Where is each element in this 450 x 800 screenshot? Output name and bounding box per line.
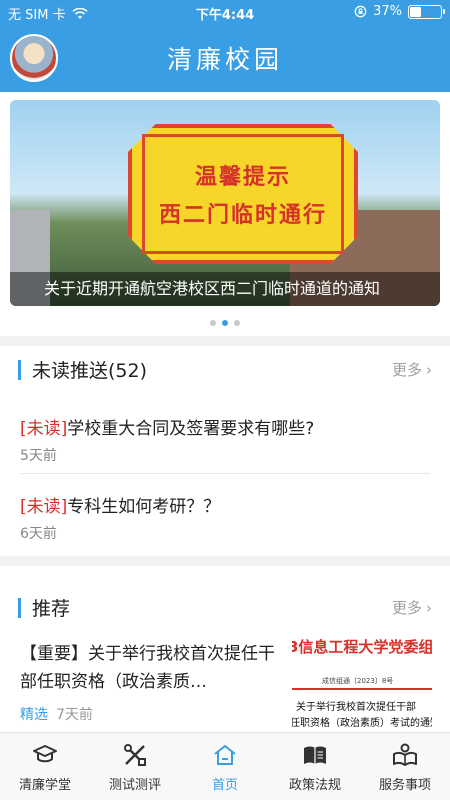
- chevron-right-icon: ›: [426, 599, 432, 617]
- thumb-doc-number: 成信组通〔2023〕8号: [322, 677, 394, 685]
- carousel-dot[interactable]: [234, 320, 240, 326]
- tab-ceshi-cepping[interactable]: 测试测评: [90, 733, 180, 800]
- battery-icon: [408, 4, 445, 19]
- carousel-indicator: [0, 320, 450, 326]
- tab-home[interactable]: 首页: [180, 733, 270, 800]
- unread-section-title: 未读推送(52): [32, 360, 148, 382]
- unread-tag: [未读]: [20, 419, 68, 439]
- recommend-item-date: 7天前: [56, 707, 93, 723]
- tab-label: 测试测评: [108, 778, 161, 793]
- book-icon: [304, 746, 326, 764]
- tools-icon: [124, 744, 146, 766]
- recommend-section-header: 推荐 更多 ›: [18, 594, 432, 622]
- tab-qinglian-xuetang[interactable]: 清廉学堂: [0, 733, 90, 800]
- status-bar: 无 SIM 卡 下午4:44 37%: [0, 0, 450, 24]
- unread-section-header: 未读推送(52) 更多 ›: [18, 356, 432, 384]
- banner-sign: 温馨提示 西二门临时通行: [142, 134, 344, 254]
- carousel-dot[interactable]: [210, 320, 216, 326]
- home-icon: [214, 745, 236, 765]
- tab-label: 政策法规: [288, 778, 341, 793]
- page-title: 清廉校园: [166, 45, 283, 74]
- carousel-dot-active[interactable]: [222, 320, 228, 326]
- thumb-red-rule: [292, 688, 432, 690]
- recommend-item-title: 【重要】关于举行我校首次提任干部任职资格（政治素质…: [20, 644, 275, 692]
- unread-tag: [未读]: [20, 497, 68, 517]
- section-accent-bar: [18, 360, 21, 380]
- unread-item-2[interactable]: [未读]专科生如何考研？？ 6天前: [20, 492, 430, 543]
- unread-item-title: [未读]学校重大合同及签署要求有哪些?: [20, 414, 430, 439]
- tab-label: 首页: [211, 778, 238, 793]
- battery-fill: [410, 6, 421, 17]
- thumb-title-line2: 任职资格（政治素质）考试的通知: [292, 718, 432, 729]
- thumb-header: 3信息工程大学党委组织: [292, 638, 432, 656]
- bottom-tab-bar: 清廉学堂 测试测评 首页 政策法规 服务事项: [0, 732, 450, 800]
- featured-badge: 精选: [20, 707, 48, 723]
- recommend-section-title: 推荐: [32, 598, 71, 620]
- tab-label: 清廉学堂: [18, 778, 71, 793]
- thumb-title-line1: 关于举行我校首次提任干部: [296, 702, 416, 713]
- recommend-more-link[interactable]: 更多 ›: [392, 597, 432, 618]
- banner-caption: 关于近期开通航空港校区西二门临时通道的通知: [10, 272, 440, 306]
- more-label: 更多: [391, 599, 422, 617]
- recommend-item[interactable]: 【重要】关于举行我校首次提任干部任职资格（政治素质… 精选 7天前: [20, 640, 285, 724]
- list-divider: [20, 473, 430, 474]
- unread-item-title: [未读]专科生如何考研？？: [20, 492, 430, 517]
- graduation-cap-icon: [33, 745, 57, 763]
- open-book-person-icon: [393, 743, 417, 766]
- rotation-lock-icon: [354, 5, 367, 18]
- tab-label: 服务事项: [378, 778, 431, 793]
- chevron-right-icon: ›: [426, 361, 432, 379]
- unread-item-text: 专科生如何考研？？: [67, 497, 221, 517]
- unread-item-date: 5天前: [20, 448, 57, 464]
- top-bar: 无 SIM 卡 下午4:44 37% 清廉校园: [0, 0, 450, 92]
- section-accent-bar: [18, 598, 21, 618]
- section-separator: [0, 336, 450, 346]
- recommend-item-meta: 精选 7天前: [20, 704, 285, 724]
- tab-zhengce-fagui[interactable]: 政策法规: [270, 733, 360, 800]
- status-right: 37%: [354, 4, 445, 19]
- more-label: 更多: [391, 361, 422, 379]
- battery-percent: 37%: [373, 4, 402, 19]
- unread-more-link[interactable]: 更多 ›: [392, 359, 432, 380]
- unread-item-1[interactable]: [未读]学校重大合同及签署要求有哪些? 5天前: [20, 414, 430, 465]
- nav-bar: 清廉校园: [0, 24, 450, 92]
- banner-sign-line1: 温馨提示: [194, 165, 291, 190]
- unread-item-text: 学校重大合同及签署要求有哪些?: [67, 419, 315, 439]
- banner-carousel[interactable]: 温馨提示 西二门临时通行 关于近期开通航空港校区西二门临时通道的通知: [10, 100, 440, 306]
- banner-sign-line2: 西二门临时通行: [158, 203, 327, 228]
- tab-fuwu-shixiang[interactable]: 服务事项: [360, 733, 450, 800]
- unread-item-date: 6天前: [20, 526, 57, 542]
- recommend-thumbnail[interactable]: 3信息工程大学党委组织 成信组通〔2023〕8号 关于举行我校首次提任干部 任职…: [292, 636, 432, 732]
- section-separator: [0, 556, 450, 566]
